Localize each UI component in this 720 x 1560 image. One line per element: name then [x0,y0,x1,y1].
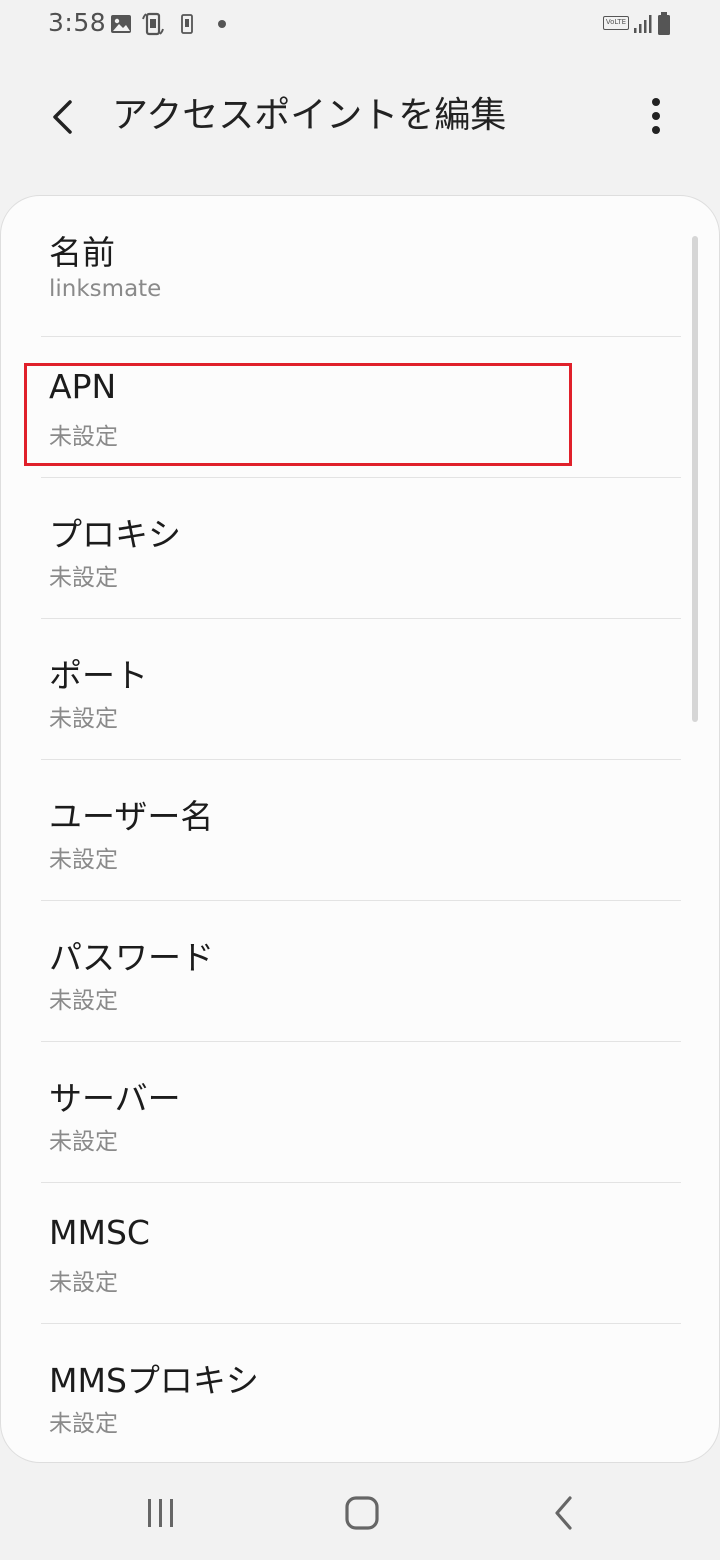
setting-value: 未設定 [49,988,118,1014]
phone-icon [181,14,193,34]
screen: 3:58 VoLTE アクセスポイントを編集 名前 linksmate APN … [0,0,720,1560]
screen-rotate-icon [142,12,164,36]
setting-title: パスワード [49,938,214,977]
page-title: アクセスポイントを編集 [112,95,507,136]
setting-item-password[interactable]: パスワード 未設定 [1,901,691,1042]
setting-item-username[interactable]: ユーザー名 未設定 [1,760,691,901]
setting-item-port[interactable]: ポート 未設定 [1,619,691,760]
setting-value: linksmate [49,276,162,302]
gallery-icon [111,15,131,33]
home-button[interactable] [332,1488,392,1538]
setting-title: 名前 [49,233,115,272]
highlight-box [24,363,572,466]
setting-title: ユーザー名 [49,797,214,836]
setting-item-mmsc[interactable]: MMSC 未設定 [1,1183,691,1324]
more-vert-icon [652,98,660,134]
setting-value: 未設定 [49,1411,118,1437]
status-time: 3:58 [48,8,107,37]
setting-title: MMSC [49,1213,150,1252]
setting-item-proxy[interactable]: プロキシ 未設定 [1,478,691,619]
recents-button[interactable] [130,1488,190,1538]
setting-item-mms-proxy[interactable]: MMSプロキシ 未設定 [1,1324,691,1462]
recents-icon [148,1499,173,1527]
setting-item-server[interactable]: サーバー 未設定 [1,1042,691,1183]
setting-value: 未設定 [49,1129,118,1155]
setting-title: プロキシ [49,515,181,554]
setting-title: サーバー [49,1079,181,1118]
nav-bar [0,1468,720,1560]
setting-title: ポート [49,656,148,695]
settings-card: 名前 linksmate APN 未設定 プロキシ 未設定 ポート 未設定 ユー… [0,195,720,1463]
more-options-button[interactable] [632,90,680,144]
app-bar: アクセスポイントを編集 [0,70,720,162]
setting-value: 未設定 [49,847,118,873]
scrollbar[interactable] [692,236,698,722]
setting-value: 未設定 [49,706,118,732]
back-button[interactable] [36,90,90,144]
nav-back-button[interactable] [534,1488,594,1538]
back-icon [555,1496,572,1530]
volte-icon: VoLTE [603,16,629,30]
battery-icon [658,12,670,35]
setting-value: 未設定 [49,565,118,591]
dot-icon [218,20,226,28]
setting-item-name[interactable]: 名前 linksmate [1,196,691,337]
chevron-left-icon [53,100,72,134]
setting-title: MMSプロキシ [49,1361,259,1400]
volte-label: VoLTE [605,18,627,26]
setting-value: 未設定 [49,1270,118,1296]
signal-icon [634,15,652,33]
home-icon [345,1496,379,1530]
status-bar: 3:58 VoLTE [0,0,720,50]
